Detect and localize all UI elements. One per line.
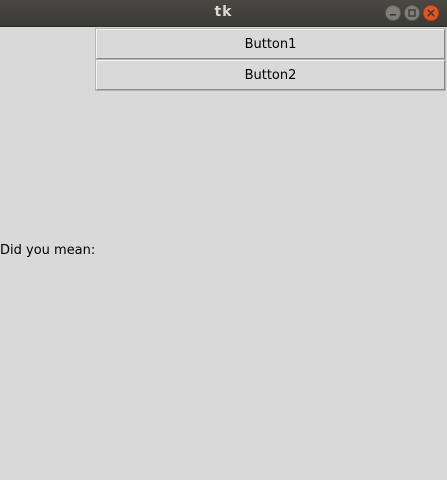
button1[interactable]: Button1 xyxy=(95,28,446,60)
button2[interactable]: Button2 xyxy=(95,59,446,91)
app-window: tk Button1 Button2 Did you mean: xyxy=(0,0,447,480)
title-bar[interactable]: tk xyxy=(0,0,447,27)
did-you-mean-label: Did you mean: xyxy=(0,243,96,258)
minimize-button[interactable] xyxy=(385,5,401,21)
close-icon xyxy=(427,9,435,17)
close-button[interactable] xyxy=(423,5,439,21)
maximize-button[interactable] xyxy=(404,5,420,21)
maximize-icon xyxy=(408,9,416,17)
window-content: Button1 Button2 Did you mean: xyxy=(0,27,447,480)
window-title: tk xyxy=(214,4,233,20)
minimize-icon xyxy=(390,14,396,16)
